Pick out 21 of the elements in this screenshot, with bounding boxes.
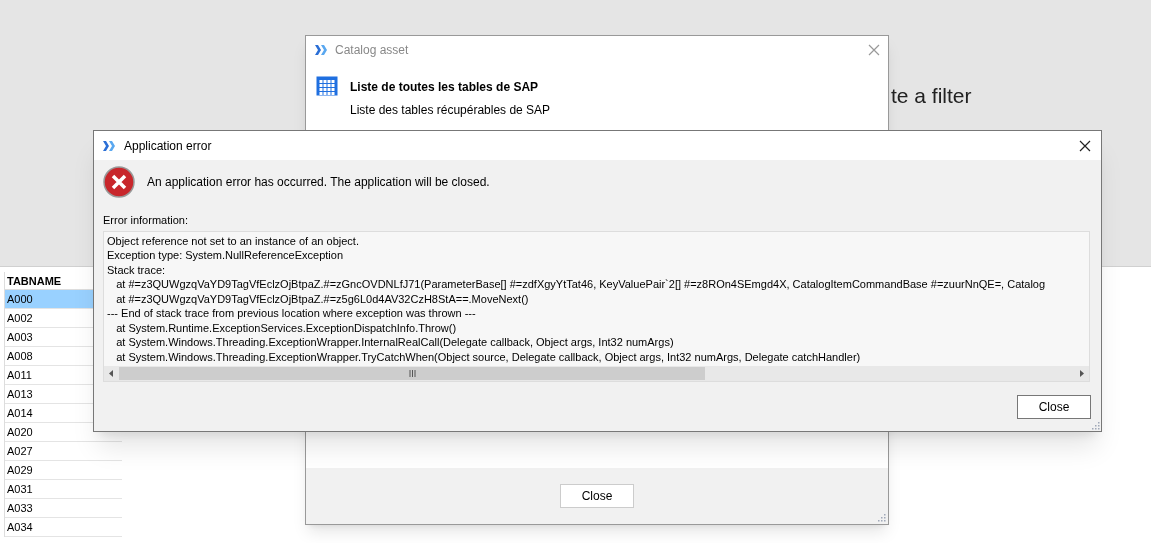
window-title: Application error — [124, 137, 213, 155]
trace-line: Exception type: System.NullReferenceException — [107, 248, 343, 263]
close-icon[interactable] — [1079, 139, 1091, 152]
table-grid-icon — [316, 76, 338, 96]
window-title: Catalog asset — [335, 42, 410, 59]
horizontal-scrollbar[interactable] — [104, 365, 1089, 381]
dialog-heading: Liste de toutes les tables de SAP — [350, 79, 540, 96]
resize-grip-icon[interactable] — [876, 512, 886, 522]
resize-grip-icon[interactable] — [1090, 420, 1100, 430]
logo-icon — [314, 44, 328, 56]
filter-hint: te a filter — [891, 84, 972, 107]
grip-icon — [408, 369, 416, 377]
dialog-subheading: Liste des tables récupérables de SAP — [350, 102, 551, 119]
trace-line: Object reference not set to an instance of an object. — [107, 233, 359, 248]
logo-icon — [102, 139, 116, 152]
error-icon — [103, 166, 135, 198]
details-label: Error information: — [103, 213, 189, 228]
close-button[interactable]: Close — [560, 484, 634, 508]
close-button[interactable]: Close — [1017, 394, 1091, 419]
scrollbar-thumb[interactable] — [119, 366, 705, 380]
error-message: An application error has occurred. The application will be closed. — [147, 174, 490, 191]
